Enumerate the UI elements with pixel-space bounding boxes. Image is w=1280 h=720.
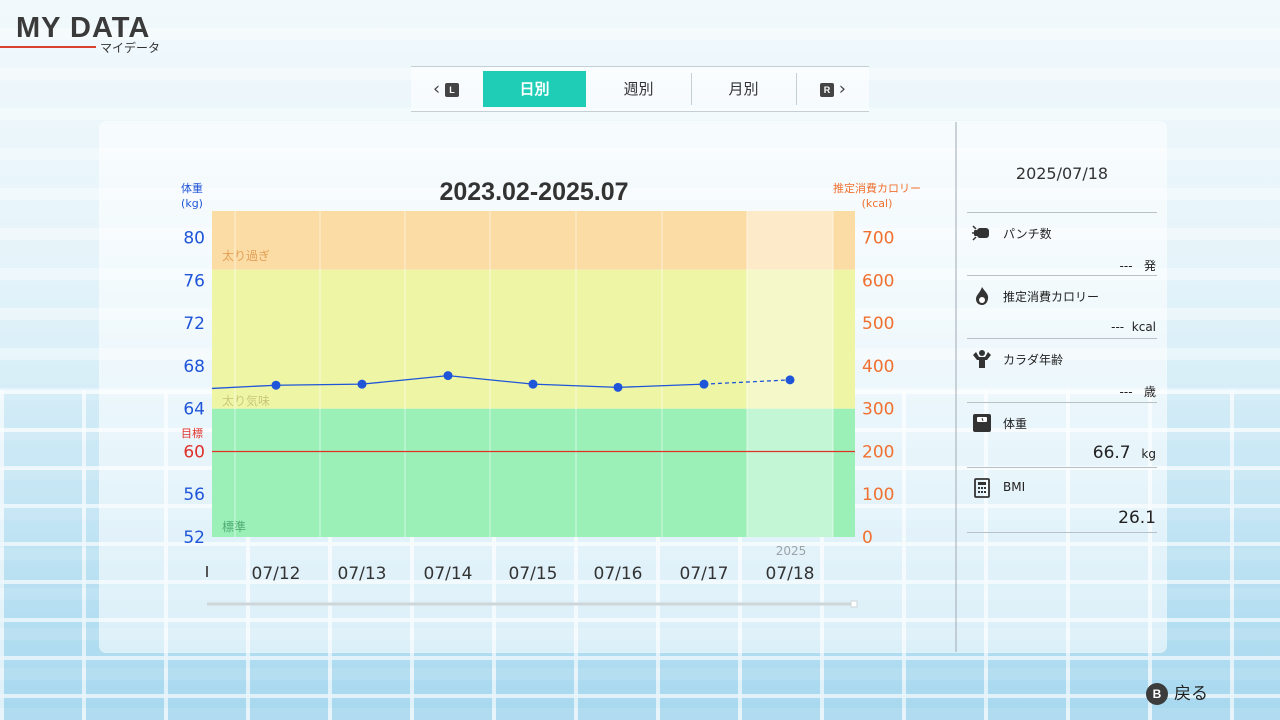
punch-count-value: --- 発 <box>1120 257 1156 274</box>
bmi-label: BMI <box>1003 480 1026 494</box>
weight-point <box>528 379 538 389</box>
zone-normal-label: 標準 <box>222 519 246 534</box>
right-axis-label-2: (kcal) <box>862 197 893 210</box>
left-axis: 52 56 60 64 68 72 76 80 <box>183 229 205 548</box>
info-divider <box>967 338 1157 339</box>
x-axis: 07/12 07/13 07/14 07/15 07/16 07/17 07/18 <box>252 564 815 584</box>
calorie-label: 推定消費カロリー <box>1003 290 1100 304</box>
punch-count-label: パンチ数 <box>1003 227 1052 241</box>
x-tick-label: 07/18 <box>766 564 815 584</box>
left-axis-label-2: (kg) <box>181 197 203 210</box>
weight-point <box>357 379 367 389</box>
scale-icon <box>973 414 991 432</box>
selected-day-highlight <box>747 211 833 537</box>
right-tick-label: 0 <box>862 528 873 548</box>
b-button-icon: B <box>1146 683 1168 705</box>
weight-unit: kg <box>1141 447 1156 461</box>
x-tick-label: 07/12 <box>252 564 301 584</box>
muscle-icon <box>973 350 991 368</box>
weight-point <box>613 382 623 392</box>
calorie-unit: kcal <box>1131 320 1156 334</box>
body-age-value: --- 歳 <box>1120 383 1156 400</box>
info-divider <box>967 467 1157 468</box>
left-tick-label: 72 <box>183 314 205 334</box>
right-tick-label: 400 <box>862 357 894 377</box>
scroll-thumb <box>850 600 858 608</box>
back-label: 戻る <box>1174 684 1208 704</box>
weight-number: 66.7 <box>1092 443 1131 463</box>
right-tick-label: 500 <box>862 314 894 334</box>
weight-point <box>443 371 453 381</box>
left-axis-label-1: 体重 <box>181 181 203 195</box>
right-tick-label: 600 <box>862 271 894 291</box>
flame-icon <box>976 287 989 305</box>
info-date: 2025/07/18 <box>1015 164 1109 183</box>
info-divider <box>967 402 1157 403</box>
calculator-icon <box>974 478 990 498</box>
chart-title: 2023.02-2025.07 <box>439 178 628 206</box>
target-label: 目標 <box>181 426 203 440</box>
weight-point <box>271 380 281 390</box>
weight-point <box>785 375 795 385</box>
scroll-start-tick <box>206 566 208 577</box>
left-tick-label: 64 <box>183 400 205 420</box>
left-tick-label: 68 <box>183 357 205 377</box>
x-tick-label: 07/15 <box>509 564 558 584</box>
right-tick-label: 700 <box>862 229 894 249</box>
left-tick-label: 56 <box>183 485 205 505</box>
left-tick-label: 60 <box>183 442 205 462</box>
left-tick-label: 80 <box>183 229 205 249</box>
year-label: 2025 <box>776 544 807 558</box>
info-divider <box>967 212 1157 213</box>
weight-point <box>699 379 709 389</box>
zone-overweight-label: 太り過ぎ <box>222 248 270 263</box>
left-tick-label: 52 <box>183 528 205 548</box>
right-tick-label: 100 <box>862 485 894 505</box>
back-button[interactable]: B 戻る <box>1146 682 1208 706</box>
left-tick-label: 76 <box>183 271 205 291</box>
right-axis: 0 100 200 300 400 500 600 700 <box>862 229 894 548</box>
body-age-number: --- <box>1119 385 1133 399</box>
calorie-value: --- kcal <box>1111 320 1156 334</box>
punch-count-unit: 発 <box>1143 259 1156 273</box>
info-divider <box>967 275 1157 276</box>
punch-icon <box>972 225 989 241</box>
x-tick-label: 07/13 <box>338 564 387 584</box>
calorie-number: --- <box>1111 320 1125 334</box>
right-tick-label: 300 <box>862 400 894 420</box>
body-age-unit: 歳 <box>1143 385 1156 399</box>
right-axis-label-1: 推定消費カロリー <box>833 181 921 195</box>
x-tick-label: 07/16 <box>594 564 643 584</box>
punch-count-number: --- <box>1119 259 1133 273</box>
body-age-label: カラダ年齢 <box>1003 353 1064 367</box>
zone-slightly-overweight-label: 太り気味 <box>222 393 270 408</box>
x-tick-label: 07/17 <box>680 564 729 584</box>
x-tick-label: 07/14 <box>424 564 473 584</box>
bmi-value: 26.1 <box>1118 508 1156 528</box>
info-divider <box>967 532 1157 533</box>
weight-label: 体重 <box>1003 417 1028 431</box>
weight-value: 66.7 kg <box>1093 443 1156 463</box>
right-tick-label: 200 <box>862 442 894 462</box>
day-info-panel: 2025/07/18 パンチ数 --- 発 推定消費カロリー --- kcal … <box>957 122 1182 652</box>
